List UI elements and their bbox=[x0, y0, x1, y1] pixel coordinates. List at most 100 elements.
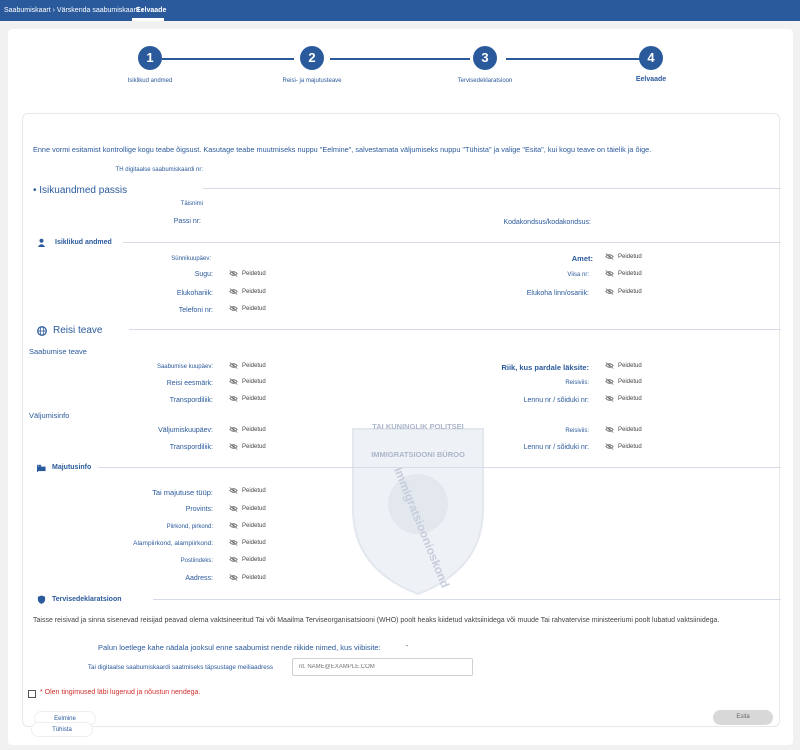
full-name-label: Täisnimi bbox=[180, 201, 203, 207]
district-label: Piirkond, pirkond: bbox=[166, 524, 213, 530]
email-label: Tai digitaalse saabumiskaardi saatmiseks… bbox=[87, 664, 273, 671]
accommodation-type-label: Tai majutuse tüüp: bbox=[152, 488, 213, 497]
eye-hidden-icon bbox=[605, 426, 614, 433]
eye-hidden-icon bbox=[229, 270, 238, 277]
globe-icon bbox=[37, 326, 47, 336]
step-2: 2 Reisi- ja majutusteave bbox=[267, 46, 357, 84]
province-value: Peidetud bbox=[229, 505, 266, 512]
eye-hidden-icon bbox=[229, 288, 238, 295]
eye-hidden-icon bbox=[229, 556, 238, 563]
section-divider bbox=[123, 242, 781, 243]
hidden-value-text: Peidetud bbox=[242, 505, 266, 512]
eye-hidden-icon bbox=[229, 362, 238, 369]
cancel-button[interactable]: Tühista bbox=[31, 722, 93, 737]
hidden-value-text: Peidetud bbox=[242, 539, 266, 546]
hidden-value-text: Peidetud bbox=[242, 522, 266, 529]
residence-country-value: Peidetud bbox=[229, 288, 266, 295]
breadcrumb[interactable]: Saabumiskaart › Värskenda saabumiskaarti… bbox=[4, 7, 144, 14]
consent-checkbox[interactable] bbox=[28, 690, 36, 698]
hidden-value-text: Peidetud bbox=[618, 253, 642, 260]
hidden-value-text: Peidetud bbox=[242, 270, 266, 277]
main-card: 1 Isiklikud andmed 2 Reisi- ja majutuste… bbox=[8, 29, 793, 745]
hidden-value-text: Peidetud bbox=[618, 426, 642, 433]
hidden-value-text: Peidetud bbox=[242, 305, 266, 312]
departure-transport-label: Transpordiliik: bbox=[169, 444, 213, 451]
departure-transport-value: Peidetud bbox=[229, 443, 266, 450]
th-card-label: TH digitaalse saabumiskaardi nr: bbox=[115, 167, 203, 173]
flight-no-value: Peidetud bbox=[605, 395, 642, 402]
residence-city-value: Peidetud bbox=[605, 288, 642, 295]
step-label: Isiklikud andmed bbox=[127, 78, 173, 84]
eye-hidden-icon bbox=[229, 505, 238, 512]
hotel-icon bbox=[37, 464, 46, 472]
eye-hidden-icon bbox=[229, 522, 238, 529]
hidden-value-text: Peidetud bbox=[242, 556, 266, 563]
occupation-value: Peidetud bbox=[605, 253, 642, 260]
subdistrict-label: Alampiirkond, alampiirkond: bbox=[133, 540, 213, 547]
purpose-label: Reisi eesmärk: bbox=[166, 380, 213, 387]
step-label: Reisi- ja majutusteave bbox=[282, 78, 342, 84]
eye-hidden-icon bbox=[605, 270, 614, 277]
transport-value: Peidetud bbox=[229, 395, 266, 402]
eye-hidden-icon bbox=[605, 362, 614, 369]
departure-date-value: Peidetud bbox=[229, 426, 266, 433]
step-number: 1 bbox=[138, 46, 162, 70]
watermark-line2: IMMIGRATSIOONI BÜROO bbox=[371, 450, 465, 459]
accommodation-type-value: Peidetud bbox=[229, 487, 266, 494]
preview-form: TAI KUNINGLIK POLITSEI IMMIGRATSIOONI BÜ… bbox=[22, 113, 781, 727]
hidden-value-text: Peidetud bbox=[242, 443, 266, 450]
eye-hidden-icon bbox=[605, 395, 614, 402]
transport-label: Transpordiliik: bbox=[169, 397, 213, 404]
step-4: 4 Eelvaade bbox=[606, 46, 696, 83]
arrival-date-value: Peidetud bbox=[229, 362, 266, 369]
eye-hidden-icon bbox=[229, 574, 238, 581]
health-heading: Tervisedeklaratsioon bbox=[52, 596, 122, 603]
arrival-date-label: Saabumise kuupäev: bbox=[156, 364, 213, 370]
province-label: Provints: bbox=[185, 506, 213, 513]
section-divider bbox=[98, 467, 781, 468]
hidden-value-text: Peidetud bbox=[242, 362, 266, 369]
departure-heading: Väljumisinfo bbox=[29, 411, 70, 420]
shield-icon bbox=[37, 595, 46, 604]
hidden-value-text: Peidetud bbox=[618, 443, 642, 450]
step-label: Eelvaade bbox=[635, 76, 667, 83]
hidden-value-text: Peidetud bbox=[242, 288, 266, 295]
hidden-value-text: Peidetud bbox=[242, 378, 266, 385]
eye-hidden-icon bbox=[229, 426, 238, 433]
boarding-country-value: Peidetud bbox=[605, 362, 642, 369]
accommodation-heading: Majutusinfo bbox=[52, 464, 92, 471]
passport-heading: • Isikuandmed passis bbox=[33, 185, 128, 196]
birth-date-label: Sünnikuupäev: bbox=[171, 256, 211, 262]
submit-button[interactable]: Esita bbox=[713, 710, 773, 725]
departure-trip-value: Peidetud bbox=[605, 426, 642, 433]
passport-no-label: Passi nr: bbox=[173, 218, 201, 225]
hidden-value-text: Peidetud bbox=[242, 395, 266, 402]
departure-flight-label: Lennu nr / sõiduki nr: bbox=[523, 444, 589, 451]
eye-hidden-icon bbox=[229, 395, 238, 402]
occupation-label: Amet: bbox=[571, 254, 593, 263]
active-tab-indicator bbox=[132, 18, 164, 21]
section-divider bbox=[129, 329, 781, 330]
nationality-label: Kodakondsus/kodakondsus: bbox=[503, 219, 591, 226]
eye-hidden-icon bbox=[605, 378, 614, 385]
visa-value: Peidetud bbox=[605, 270, 642, 277]
eye-hidden-icon bbox=[229, 443, 238, 450]
breadcrumb-current: Eelvaade bbox=[136, 7, 167, 14]
departure-trip-label: Reisiviis: bbox=[565, 428, 589, 434]
person-icon bbox=[37, 238, 46, 247]
gender-value: Peidetud bbox=[229, 270, 266, 277]
step-3: 3 Tervisedeklaratsioon bbox=[440, 46, 530, 84]
flight-no-label: Lennu nr / sõiduki nr: bbox=[523, 397, 589, 404]
email-input[interactable] bbox=[292, 658, 473, 676]
hidden-value-text: Peidetud bbox=[618, 270, 642, 277]
phone-value: Peidetud bbox=[229, 305, 266, 312]
district-value: Peidetud bbox=[229, 522, 266, 529]
hidden-value-text: Peidetud bbox=[242, 574, 266, 581]
hidden-value-text: Peidetud bbox=[618, 288, 642, 295]
section-divider bbox=[153, 599, 781, 600]
watermark-line1: TAI KUNINGLIK POLITSEI bbox=[372, 422, 464, 431]
eye-hidden-icon bbox=[229, 487, 238, 494]
hidden-value-text: Peidetud bbox=[242, 487, 266, 494]
eye-hidden-icon bbox=[229, 539, 238, 546]
departure-date-label: Väljumiskuupäev: bbox=[158, 427, 213, 434]
